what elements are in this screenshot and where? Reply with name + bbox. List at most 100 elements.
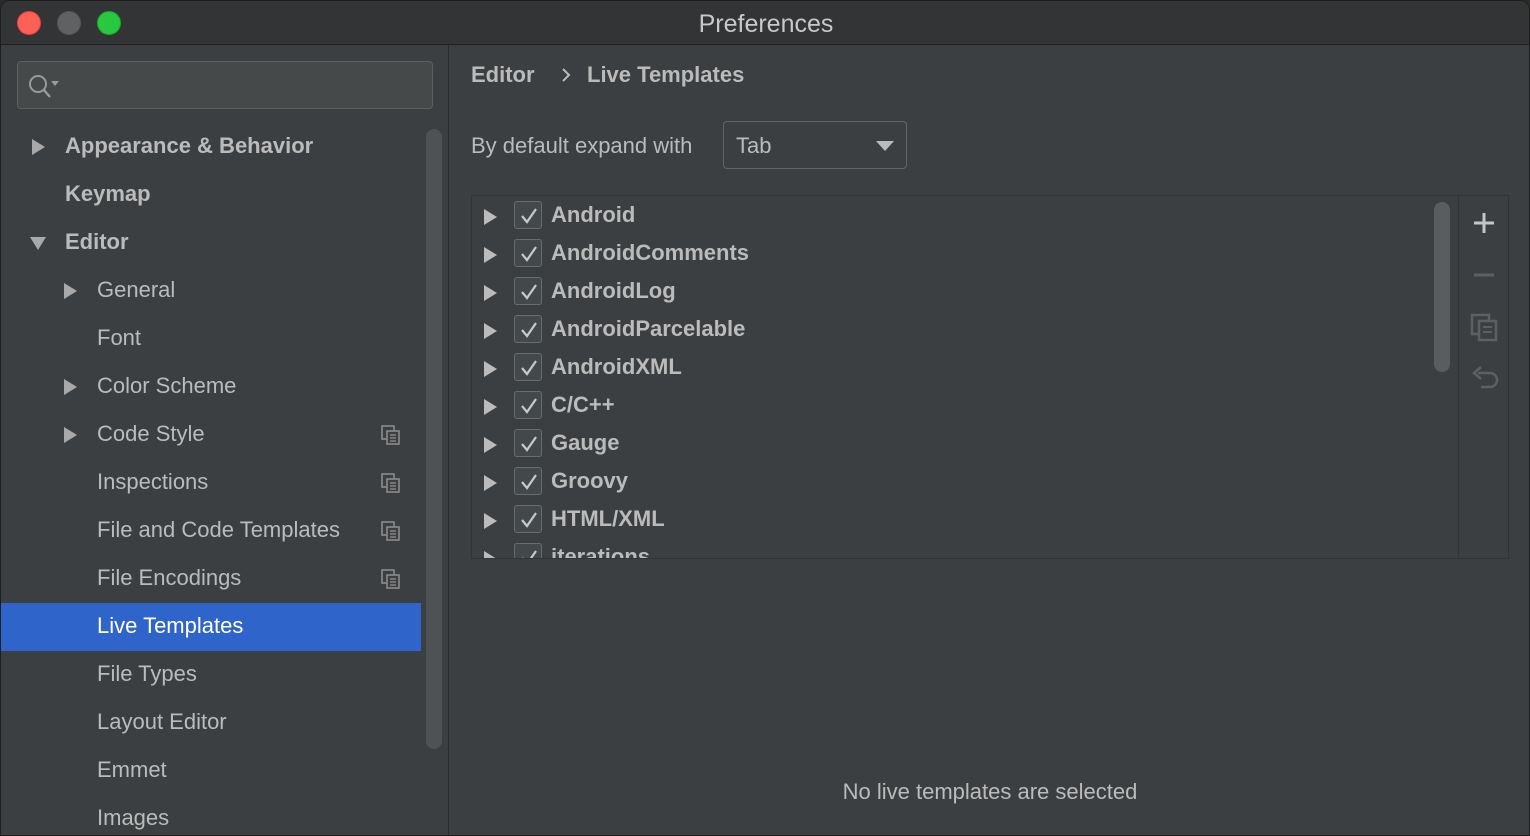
checkmark-icon (521, 512, 537, 528)
sidebar-item-label: Keymap (65, 181, 151, 206)
settings-sidebar: Appearance & Behavior Keymap Editor General… (1, 45, 449, 835)
template-group-android[interactable]: Android (472, 197, 1432, 235)
template-group-androidxml[interactable]: AndroidXML (472, 349, 1432, 387)
window-title: Preferences (698, 10, 834, 38)
collapsed-arrow-icon[interactable] (481, 284, 499, 302)
sidebar-item-emmet[interactable]: Emmet (1, 747, 421, 795)
template-group-checkbox[interactable] (514, 429, 542, 457)
search-input[interactable] (70, 62, 426, 108)
template-group-checkbox[interactable] (514, 391, 542, 419)
add-icon[interactable] (1469, 208, 1499, 238)
live-templates-panel: Editor Live Templates By default expand … (450, 45, 1529, 835)
copy-icon[interactable] (1469, 312, 1499, 342)
template-group-gauge[interactable]: Gauge (472, 425, 1432, 463)
sidebar-item-label: Editor (65, 229, 129, 254)
preferences-window: Preferences Appearance & Behavior Keymap E… (0, 0, 1530, 836)
template-group-androidcomments[interactable]: AndroidComments (472, 235, 1432, 273)
sidebar-item-label: Font (97, 325, 142, 350)
templates-tree: Android AndroidComments AndroidLog AndroidP… (472, 196, 1457, 558)
sidebar-item-label: Inspections (97, 469, 209, 494)
project-scope-icon (381, 425, 400, 445)
chevron-down-icon (876, 141, 894, 151)
project-scope-icon (381, 473, 400, 493)
sidebar-item-appearance-behavior[interactable]: Appearance & Behavior (1, 123, 421, 171)
sidebar-item-layout-editor[interactable]: Layout Editor (1, 699, 421, 747)
breadcrumb-parent[interactable]: Editor (471, 62, 535, 88)
sidebar-item-label: Emmet (97, 757, 167, 782)
collapsed-arrow-icon[interactable] (481, 474, 499, 492)
checkmark-icon (521, 208, 537, 224)
checkmark-icon (521, 246, 537, 262)
template-group-checkbox[interactable] (514, 315, 542, 343)
project-scope-icon (381, 569, 400, 589)
restore-icon[interactable] (1469, 364, 1499, 394)
sidebar-item-label: File Encodings (97, 565, 242, 590)
templates-list-panel: Android AndroidComments AndroidLog AndroidP… (471, 195, 1509, 559)
sidebar-item-label: Live Templates (97, 613, 244, 638)
sidebar-item-file-and-code-templates[interactable]: File and Code Templates (1, 507, 421, 555)
collapsed-arrow-icon[interactable] (481, 322, 499, 340)
collapsed-arrow-icon[interactable] (481, 360, 499, 378)
template-group-androidparcelable[interactable]: AndroidParcelable (472, 311, 1432, 349)
template-group-label: C/C++ (551, 392, 615, 417)
sidebar-item-general[interactable]: General (1, 267, 421, 315)
sidebar-item-code-style[interactable]: Code Style (1, 411, 421, 459)
template-group-groovy[interactable]: Groovy (472, 463, 1432, 501)
template-group-checkbox[interactable] (514, 543, 542, 558)
sidebar-item-label: Layout Editor (97, 709, 227, 734)
sidebar-item-font[interactable]: Font (1, 315, 421, 363)
search-icon[interactable] (27, 72, 63, 100)
collapsed-arrow-icon[interactable] (481, 512, 499, 530)
sidebar-scrollbar[interactable] (426, 129, 442, 749)
collapsed-arrow-icon[interactable] (481, 398, 499, 416)
template-group-label: AndroidXML (551, 354, 682, 379)
settings-tree: Appearance & Behavior Keymap Editor General… (1, 123, 421, 835)
template-group-label: Android (551, 202, 636, 227)
templates-scrollbar[interactable] (1434, 202, 1450, 372)
settings-search[interactable] (17, 61, 433, 109)
sidebar-item-inspections[interactable]: Inspections (1, 459, 421, 507)
sidebar-item-file-encodings[interactable]: File Encodings (1, 555, 421, 603)
template-group-label: AndroidParcelable (551, 316, 746, 341)
sidebar-item-label: Images (97, 805, 170, 830)
sidebar-item-label: General (97, 277, 176, 302)
collapsed-arrow-icon[interactable] (481, 550, 499, 558)
template-group-checkbox[interactable] (514, 353, 542, 381)
expand-with-value: Tab (736, 133, 772, 158)
template-group-iterations[interactable]: iterations (472, 539, 1432, 558)
expanded-arrow-icon[interactable] (29, 234, 47, 252)
template-group-html-xml[interactable]: HTML/XML (472, 501, 1432, 539)
sidebar-item-color-scheme[interactable]: Color Scheme (1, 363, 421, 411)
collapsed-arrow-icon[interactable] (481, 246, 499, 264)
sidebar-item-label: File Types (97, 661, 197, 686)
checkmark-icon (521, 436, 537, 452)
sidebar-item-keymap[interactable]: Keymap (1, 171, 421, 219)
collapsed-arrow-icon[interactable] (61, 282, 79, 300)
expand-with-select[interactable]: Tab (723, 121, 907, 169)
collapsed-arrow-icon[interactable] (61, 378, 79, 396)
templates-toolbar (1458, 196, 1508, 558)
template-group-androidlog[interactable]: AndroidLog (472, 273, 1432, 311)
collapsed-arrow-icon[interactable] (61, 426, 79, 444)
template-group-checkbox[interactable] (514, 505, 542, 533)
sidebar-item-label: Code Style (97, 421, 205, 446)
remove-icon[interactable] (1469, 260, 1499, 290)
sidebar-item-images[interactable]: Images (1, 795, 421, 835)
template-group-c-c[interactable]: C/C++ (472, 387, 1432, 425)
chevron-right-icon (562, 68, 571, 82)
sidebar-item-label: Color Scheme (97, 373, 237, 398)
template-group-label: Gauge (551, 430, 620, 455)
checkmark-icon (521, 322, 537, 338)
template-group-checkbox[interactable] (514, 239, 542, 267)
sidebar-item-editor[interactable]: Editor (1, 219, 421, 267)
collapsed-arrow-icon[interactable] (481, 208, 499, 226)
project-scope-icon (381, 521, 400, 541)
checkmark-icon (521, 398, 537, 414)
template-group-checkbox[interactable] (514, 201, 542, 229)
template-group-checkbox[interactable] (514, 277, 542, 305)
collapsed-arrow-icon[interactable] (481, 436, 499, 454)
sidebar-item-live-templates[interactable]: Live Templates (1, 603, 421, 651)
template-group-checkbox[interactable] (514, 467, 542, 495)
collapsed-arrow-icon[interactable] (29, 138, 47, 156)
sidebar-item-file-types[interactable]: File Types (1, 651, 421, 699)
